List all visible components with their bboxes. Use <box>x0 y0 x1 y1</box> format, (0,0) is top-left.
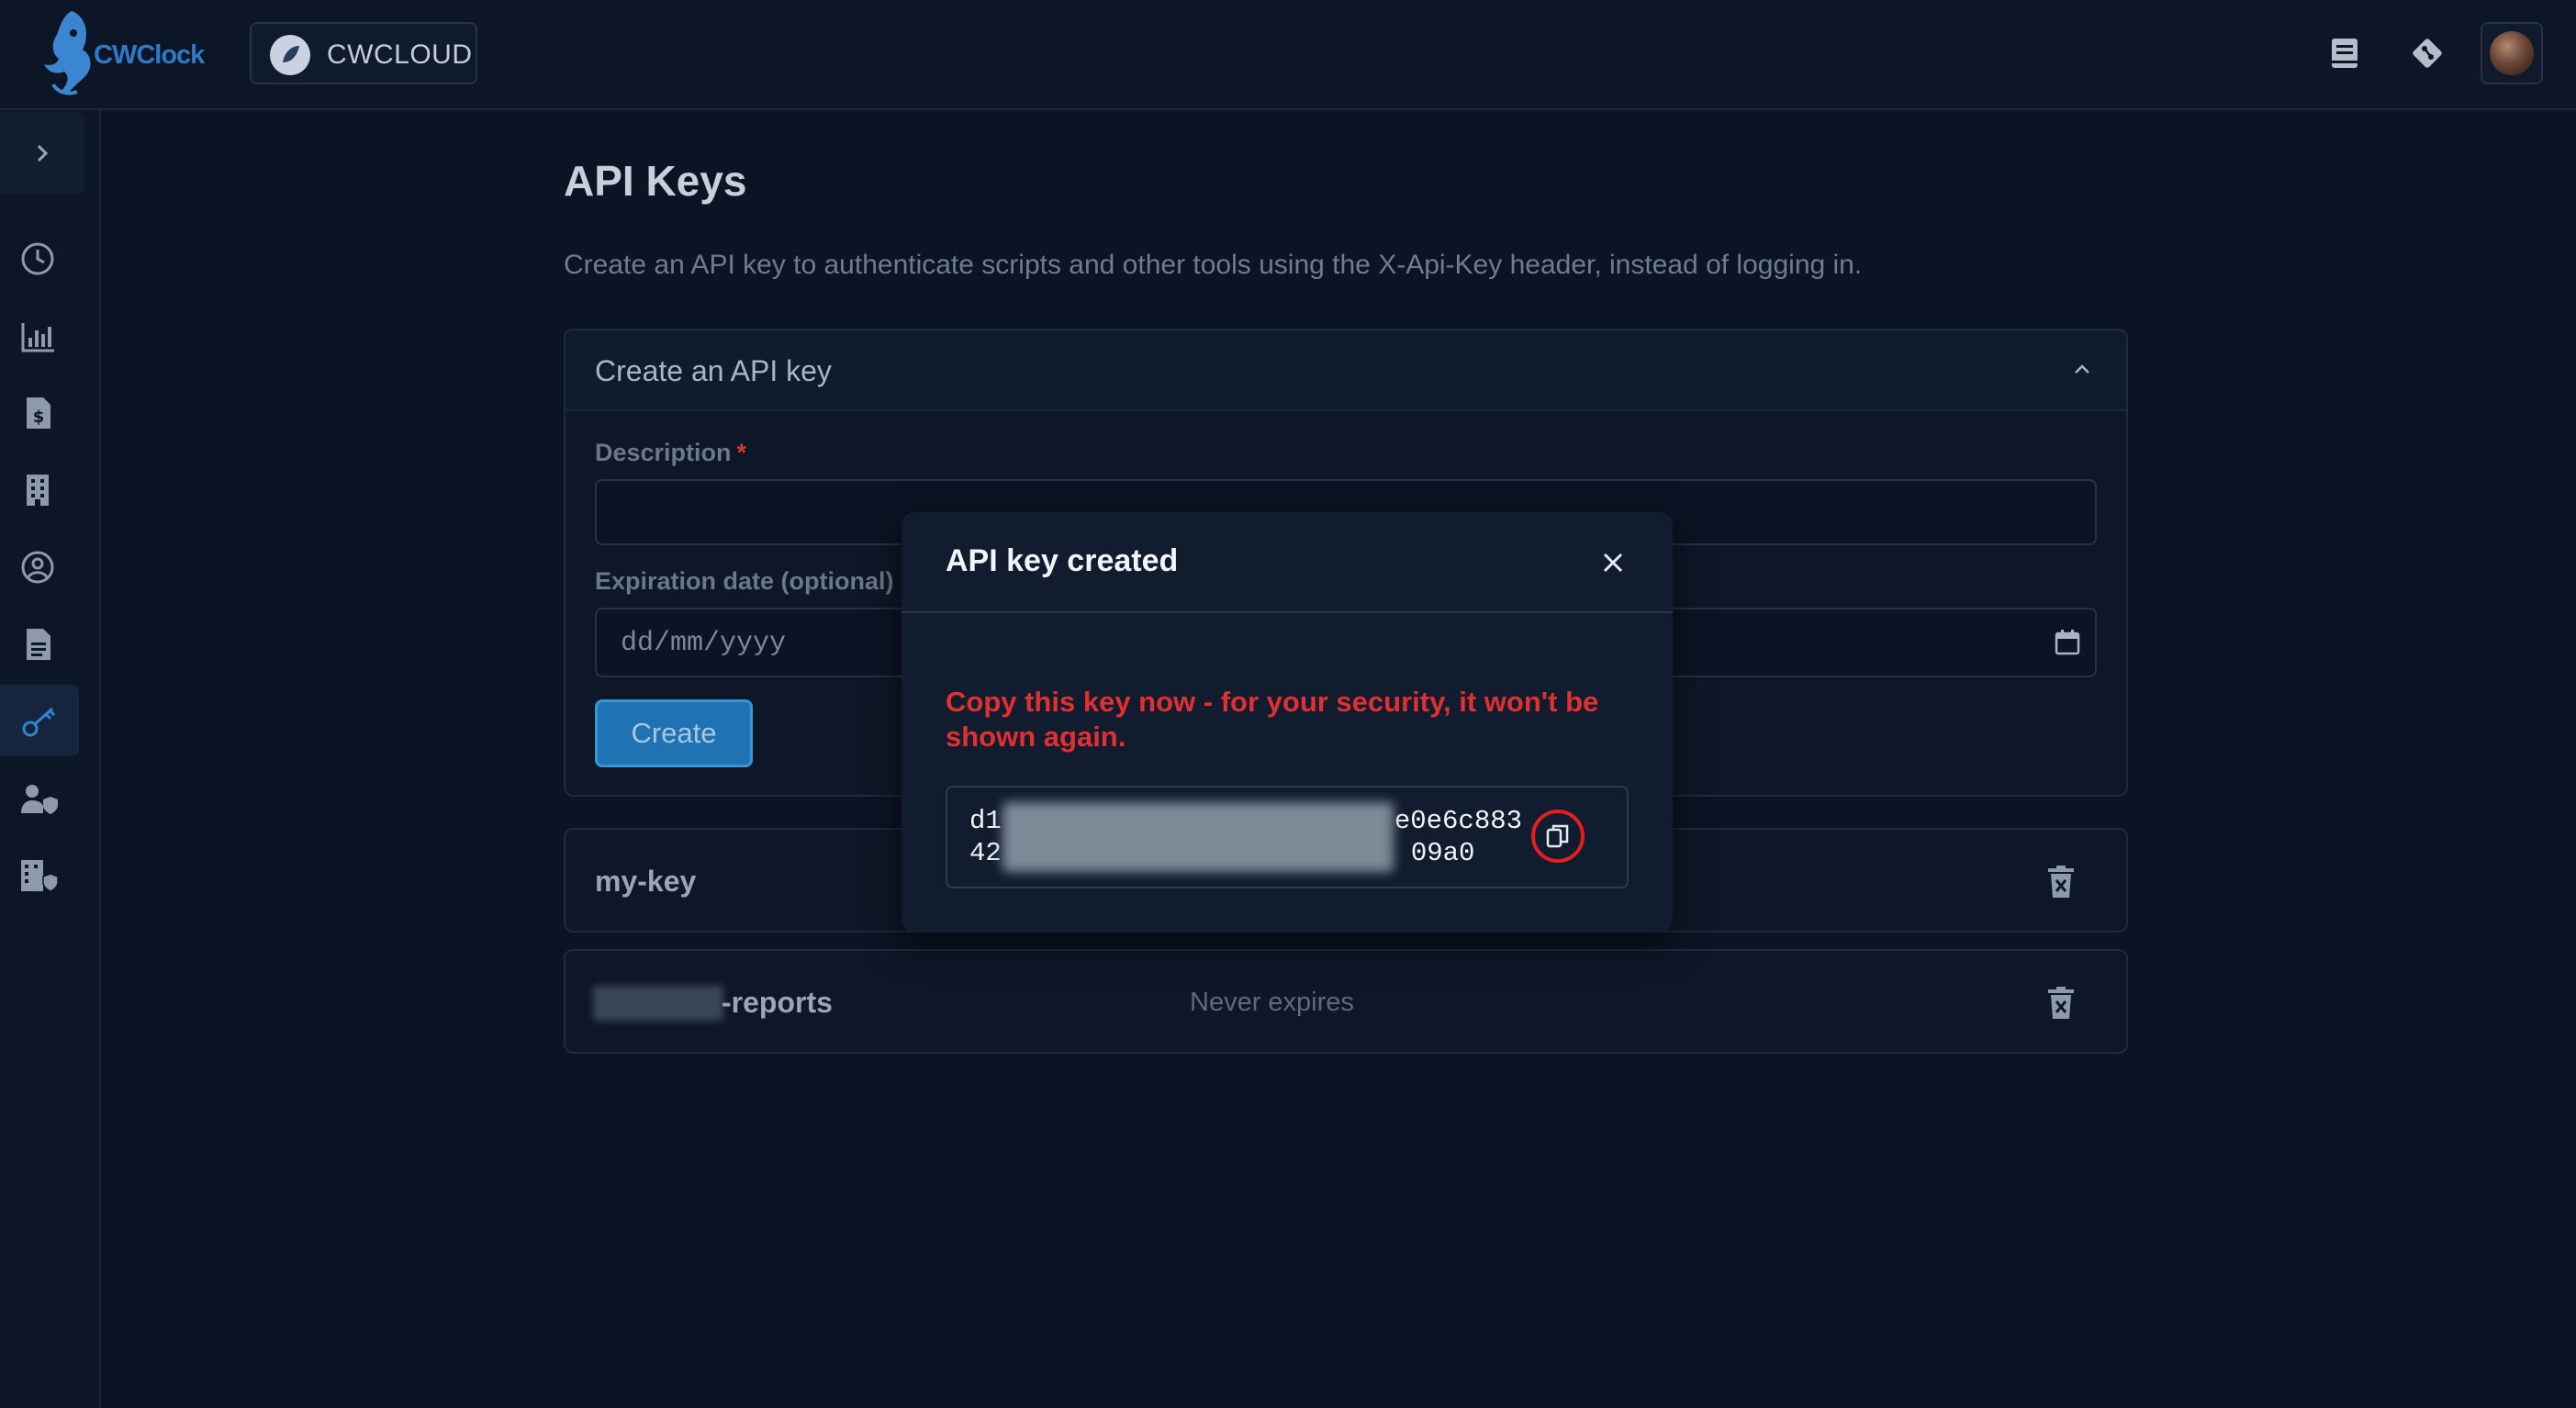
modal-header: API key created <box>902 512 1673 613</box>
sidebar-item-invoices[interactable]: $ <box>0 376 79 448</box>
chevron-up-icon[interactable] <box>2071 358 2093 380</box>
sidebar: $ <box>0 110 101 1408</box>
api-key-name: my-key <box>595 865 697 898</box>
page-title: API Keys <box>564 157 747 205</box>
user-shield-icon <box>19 780 60 817</box>
api-key-name: -reports <box>722 986 833 1019</box>
redacted-text <box>593 986 723 1021</box>
description-label-text: Description <box>595 439 732 466</box>
redacted-key <box>1002 802 1394 872</box>
sidebar-item-reports[interactable] <box>0 299 79 371</box>
sidebar-item-timesheet[interactable] <box>0 222 79 294</box>
calendar-icon[interactable] <box>2053 628 2082 657</box>
sidebar-expand-button[interactable] <box>0 112 84 195</box>
key-icon <box>19 703 60 740</box>
app-logo-text: CWClock <box>94 40 205 70</box>
svg-text:$: $ <box>33 408 45 427</box>
organization-name: CWCLOUD <box>327 39 473 70</box>
api-key-value-box[interactable]: d1 e0e6c883 42 09a0 <box>946 786 1629 888</box>
organization-avatar-icon <box>270 35 310 75</box>
required-mark: * <box>736 439 747 466</box>
sidebar-item-admin-organizations[interactable] <box>0 839 79 911</box>
building-shield-icon <box>19 857 60 894</box>
copy-key-button[interactable] <box>1531 810 1585 863</box>
api-key-fragment: 42 <box>969 838 1002 868</box>
expiration-date-label: Expiration date (optional) <box>595 567 894 595</box>
invoice-icon: $ <box>19 395 56 431</box>
api-key-created-modal: API key created Copy this key now - for … <box>902 512 1673 933</box>
user-avatar[interactable] <box>2481 22 2543 84</box>
create-button-label: Create <box>631 717 717 749</box>
git-icon[interactable] <box>2409 35 2446 72</box>
api-key-row: -reports Never expires <box>564 949 2128 1054</box>
api-key-fragment: d1 <box>969 806 1002 836</box>
modal-title: API key created <box>946 543 1179 578</box>
sidebar-item-api-keys[interactable] <box>0 685 79 756</box>
delete-icon[interactable] <box>2045 865 2077 900</box>
api-key-expiry: Never expires <box>1190 988 1354 1017</box>
sidebar-item-admin-users[interactable] <box>0 762 79 833</box>
date-placeholder: dd/mm/yyyy <box>621 628 787 659</box>
api-key-fragment: e0e6c883 <box>1394 806 1523 836</box>
documentation-icon[interactable] <box>2326 35 2363 72</box>
clock-icon <box>19 240 56 277</box>
bar-chart-icon <box>19 318 56 354</box>
create-button[interactable]: Create <box>595 699 753 767</box>
sidebar-item-documents[interactable] <box>0 608 79 679</box>
document-icon <box>19 626 56 663</box>
sidebar-item-profile[interactable] <box>0 531 79 602</box>
top-bar: CWClock CWCLOUD <box>0 0 2576 110</box>
security-warning: Copy this key now - for your security, i… <box>946 686 1599 753</box>
delete-icon[interactable] <box>2045 986 2077 1021</box>
page-description: Create an API key to authenticate script… <box>564 250 1863 280</box>
close-icon[interactable] <box>1599 549 1627 576</box>
api-key-fragment: 09a0 <box>1410 838 1475 868</box>
create-api-key-title: Create an API key <box>595 354 832 387</box>
copy-icon <box>1545 823 1571 849</box>
create-api-key-header[interactable]: Create an API key <box>566 330 2126 411</box>
sidebar-item-organizations[interactable] <box>0 453 79 525</box>
user-circle-icon <box>19 549 56 586</box>
chevron-right-icon <box>31 142 53 164</box>
building-icon <box>19 472 56 508</box>
organization-switcher[interactable]: CWCLOUD <box>250 22 477 84</box>
description-label: Description * <box>595 439 746 467</box>
